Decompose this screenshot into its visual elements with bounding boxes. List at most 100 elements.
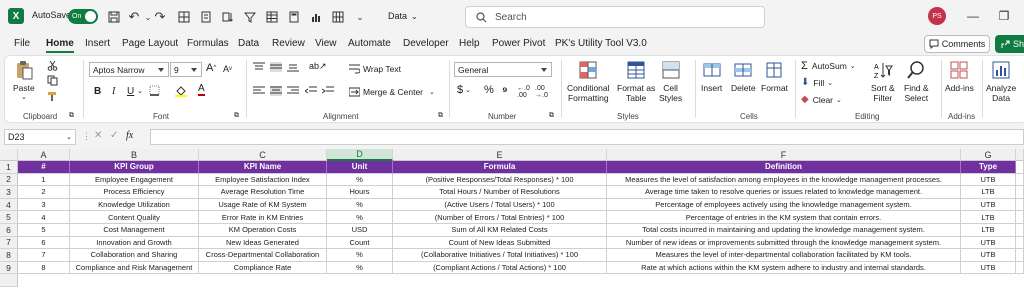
font-color-icon[interactable]: A <box>198 84 205 96</box>
row-header[interactable]: 6 <box>0 224 18 237</box>
table-header-cell[interactable]: Unit <box>327 161 393 174</box>
select-all-corner[interactable] <box>0 149 18 161</box>
table-header-cell[interactable]: KPI Group <box>70 161 199 174</box>
borders-icon[interactable] <box>149 85 160 96</box>
table-cell[interactable]: Total Hours / Number of Resolutions <box>393 186 607 199</box>
table-header-cell[interactable]: # <box>18 161 70 174</box>
table-cell[interactable]: Knowledge Utilization <box>70 198 199 212</box>
table-cell[interactable]: Content Quality <box>70 211 199 224</box>
table-cell[interactable]: (Number of Errors / Total Entries) * 100 <box>393 211 607 224</box>
fill-button[interactable]: ⬇ Fill ⌄ <box>801 77 833 88</box>
align-top-icon[interactable] <box>253 62 265 72</box>
column-header-e[interactable]: E <box>393 149 607 161</box>
enter-icon[interactable]: ✓ <box>110 130 118 141</box>
comments-button[interactable]: Comments <box>924 35 990 53</box>
table-cell[interactable]: Rate at which actions within the KM syst… <box>607 261 961 275</box>
table-header-cell[interactable]: Definition <box>607 161 961 174</box>
format-cells-button[interactable]: Format <box>761 60 788 93</box>
align-right-icon[interactable] <box>287 86 299 96</box>
align-center-icon[interactable] <box>270 86 282 96</box>
tab-developer[interactable]: Developer <box>403 38 449 49</box>
table-cell[interactable]: LTB <box>961 211 1016 224</box>
decrease-indent-icon[interactable] <box>305 86 317 96</box>
table-cell[interactable]: Error Rate in KM Entries <box>199 211 327 224</box>
table-cell[interactable]: Measures the level of inter-departmental… <box>607 249 961 262</box>
table-cell[interactable]: Compliance Rate <box>199 261 327 275</box>
format-painter-icon[interactable] <box>47 91 58 102</box>
search-box[interactable]: Search <box>465 6 765 28</box>
empty-cell[interactable] <box>1016 224 1024 237</box>
table-header-cell[interactable]: Formula <box>393 161 607 174</box>
underline-dropdown-icon[interactable]: ⌄ <box>137 87 143 95</box>
table-cell[interactable]: Total costs incurred in maintaining and … <box>607 224 961 237</box>
clipboard-launcher-icon[interactable]: ⧉ <box>69 112 74 120</box>
increase-font-icon[interactable]: A ^ <box>206 62 216 74</box>
merge-center-button[interactable]: Merge & Center ⌄ <box>349 87 435 97</box>
redo-icon[interactable]: ↷ <box>152 9 168 25</box>
document-name[interactable]: Data ⌄ <box>388 11 418 21</box>
empty-cell[interactable] <box>1016 161 1024 174</box>
column-header-b[interactable]: B <box>70 149 199 161</box>
table-cell[interactable]: 2 <box>18 186 70 199</box>
conditional-formatting-button[interactable]: Conditional Formatting <box>567 60 610 103</box>
table-cell[interactable]: KM Operation Costs <box>199 224 327 237</box>
paste-button[interactable]: Paste ⌄ <box>13 60 35 103</box>
table-cell[interactable]: LTB <box>961 224 1016 237</box>
sort-filter-button[interactable]: AZ Sort & Filter <box>871 60 895 103</box>
table-cell[interactable]: LTB <box>961 186 1016 199</box>
formula-input[interactable] <box>150 129 1024 145</box>
number-format-select[interactable]: General <box>454 62 552 77</box>
percent-icon[interactable]: % <box>484 84 494 96</box>
table-cell[interactable]: 3 <box>18 198 70 212</box>
table-header-cell[interactable]: KPI Name <box>199 161 327 174</box>
table-cell[interactable]: Average time taken to resolve queries or… <box>607 186 961 199</box>
fill-color-icon[interactable] <box>175 85 187 97</box>
autosave-toggle[interactable]: On <box>68 9 98 24</box>
row-header[interactable]: 1 <box>0 161 18 174</box>
wrap-text-button[interactable]: Wrap Text <box>349 64 401 74</box>
tab-file[interactable]: File <box>14 38 30 49</box>
tab-automate[interactable]: Automate <box>348 38 391 49</box>
cell-styles-button[interactable]: Cell Styles <box>659 60 682 103</box>
tab-pk-utility-tool[interactable]: PK's Utility Tool V3.0 <box>555 38 647 49</box>
table-cell[interactable]: UTB <box>961 249 1016 262</box>
tab-view[interactable]: View <box>315 38 337 49</box>
column-header-g[interactable]: G <box>961 149 1016 161</box>
table-cell[interactable]: Innovation and Growth <box>70 236 199 250</box>
table-cell[interactable]: Employee Engagement <box>70 173 199 187</box>
find-select-button[interactable]: Find & Select <box>904 60 929 103</box>
table-cell[interactable]: Collaboration and Sharing <box>70 249 199 262</box>
table-cell[interactable]: % <box>327 211 393 224</box>
table-cell[interactable]: Compliance and Risk Management <box>70 261 199 275</box>
tab-power-pivot[interactable]: Power Pivot <box>492 38 545 49</box>
table-cell[interactable]: Measures the level of satisfaction among… <box>607 173 961 187</box>
alignment-launcher-icon[interactable]: ⧉ <box>438 112 443 120</box>
table-cell[interactable]: Usage Rate of KM System <box>199 198 327 212</box>
tab-home[interactable]: Home <box>46 38 74 53</box>
table-cell[interactable]: % <box>327 261 393 275</box>
avatar[interactable]: PS <box>928 7 946 25</box>
table-cell[interactable]: % <box>327 249 393 262</box>
table-cell[interactable]: 7 <box>18 249 70 262</box>
table-cell[interactable]: 1 <box>18 173 70 187</box>
customize-toolbar-icon[interactable]: ⌄ <box>352 9 368 25</box>
empty-cell[interactable] <box>1016 249 1024 262</box>
row-header[interactable]: 5 <box>0 211 18 224</box>
borders-icon[interactable] <box>176 9 192 25</box>
row-header[interactable]: 8 <box>0 249 18 262</box>
column-header-d[interactable]: D <box>327 149 393 161</box>
font-launcher-icon[interactable]: ⧉ <box>234 112 239 120</box>
table-cell[interactable]: Cross-Departmental Collaboration <box>199 249 327 262</box>
autosum-button[interactable]: Σ AutoSum ⌄ <box>801 60 856 72</box>
italic-icon[interactable]: I <box>112 86 115 97</box>
grid-icon[interactable] <box>330 9 346 25</box>
table-cell[interactable]: Number of new ideas or improvements subm… <box>607 236 961 250</box>
calculator-icon[interactable] <box>286 9 302 25</box>
bold-icon[interactable]: B <box>94 86 101 97</box>
table-cell[interactable]: Process Efficiency <box>70 186 199 199</box>
table-cell[interactable]: Cost Management <box>70 224 199 237</box>
increase-indent-icon[interactable] <box>322 86 334 96</box>
share-button[interactable]: Sha <box>995 35 1024 53</box>
empty-cell[interactable] <box>1016 173 1024 187</box>
save-icon[interactable] <box>106 9 122 25</box>
